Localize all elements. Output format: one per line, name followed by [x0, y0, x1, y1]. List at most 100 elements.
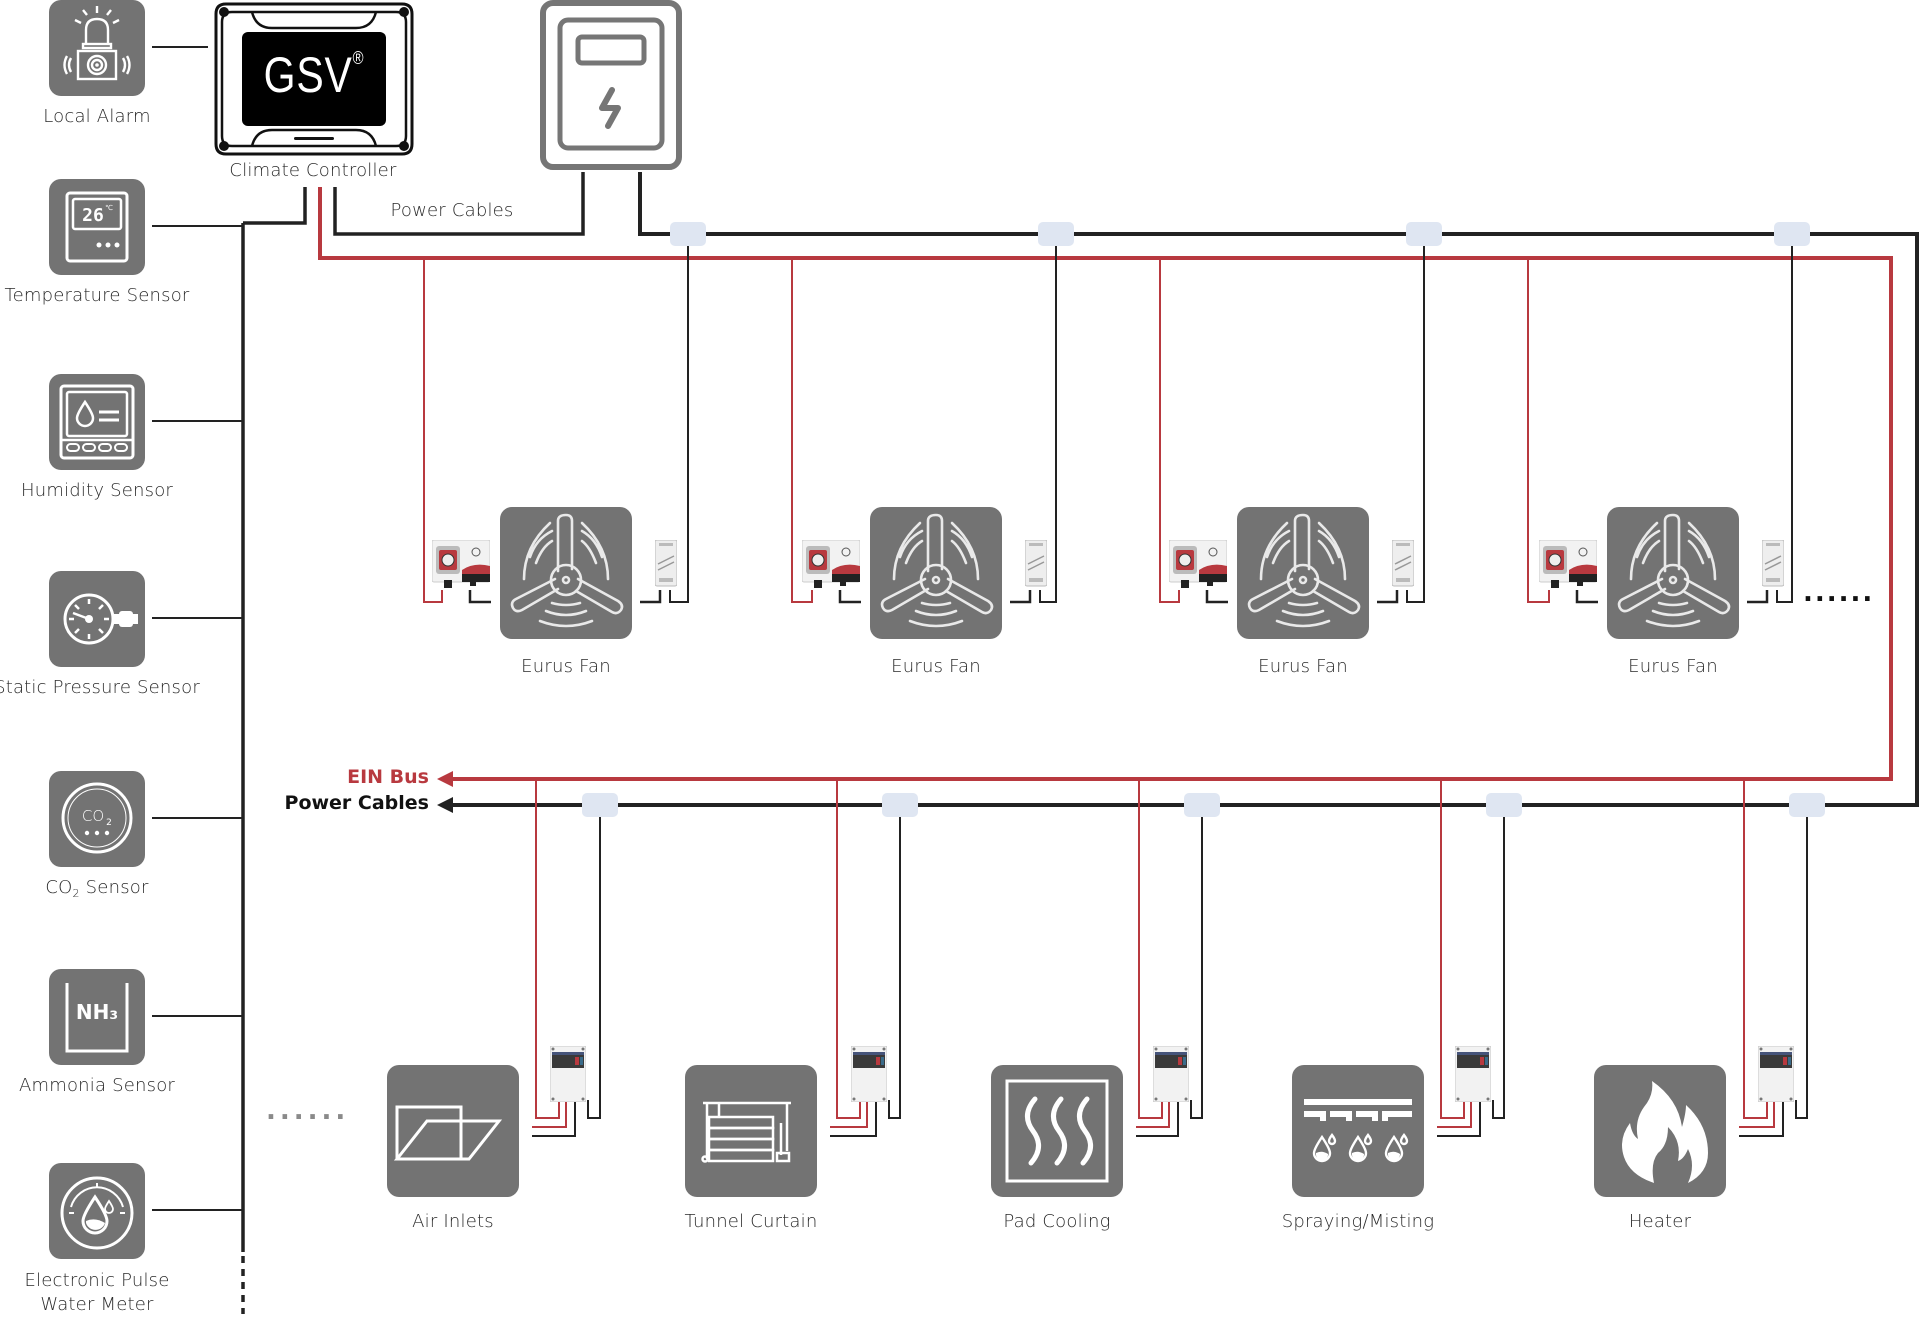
- actuator-spraying-misting: [1292, 1065, 1424, 1197]
- fan-row-continuation: ......: [1803, 578, 1875, 608]
- top-power-cables-label: Power Cables: [390, 200, 514, 221]
- actuator-power-drop: [1190, 817, 1203, 1119]
- ein-bus-arrow: [437, 771, 453, 787]
- actuator-label: Pad Cooling: [1003, 1211, 1111, 1232]
- fan-isolator-switch: [1761, 539, 1785, 588]
- sensor-humidity-display: [49, 374, 145, 470]
- actuator-label: Tunnel Curtain: [684, 1211, 818, 1232]
- brand-text: GSV: [263, 47, 353, 103]
- actuator-power-drop: [587, 817, 601, 1119]
- cable-coupler: [670, 222, 706, 246]
- isolator-switch-icon: [1761, 539, 1785, 587]
- fan-switch-wire: [1377, 590, 1399, 604]
- sensor-bus-to-controller: [243, 187, 307, 225]
- actuator-control-wire: [1136, 1100, 1170, 1128]
- actuator-control-wire: [1437, 1100, 1472, 1128]
- humidity-display-icon: [59, 384, 135, 460]
- actuator-relay-controller: [1152, 1045, 1190, 1103]
- eurus-fan: [500, 507, 632, 639]
- actuator-relay-controller: [850, 1045, 888, 1103]
- sensor-thermometer-display: 26 ℃: [49, 179, 145, 275]
- power-cable-line: [445, 172, 1919, 807]
- climate-controller: GSV®: [212, 0, 416, 158]
- relay-box-icon: [1454, 1045, 1492, 1103]
- pressure-gauge-icon: [63, 593, 138, 645]
- water-meter-icon: [60, 1176, 134, 1250]
- svg-text:℃: ℃: [105, 204, 113, 212]
- speed-controller-device-icon: [1538, 539, 1598, 588]
- sensor-label: Humidity Sensor: [20, 480, 174, 501]
- cable-coupler: [882, 793, 918, 817]
- sensor-label: CO2 Sensor: [45, 877, 148, 900]
- svg-text:NH₃: NH₃: [76, 1000, 118, 1024]
- fan-icon: [880, 513, 994, 628]
- fan-isolator-switch: [654, 539, 678, 588]
- tunnel-curtain-icon: [701, 1101, 791, 1163]
- sensor-label: Temperature Sensor: [4, 285, 190, 306]
- cable-coupler: [1774, 222, 1810, 246]
- controller-label: Climate Controller: [229, 160, 397, 181]
- sensor-alarm-beacon: [49, 0, 145, 96]
- co2-label-rest: Sensor: [79, 877, 149, 898]
- actuator-control-wire: [830, 1100, 868, 1128]
- sensor-co2-sensor: CO 2: [49, 771, 145, 867]
- spraying-misting-icon: [1304, 1099, 1412, 1163]
- power-cables-bus-label: Power Cables: [284, 792, 429, 814]
- power-cabinet-lightning-icon: [540, 0, 682, 170]
- actuator-power-drop: [1492, 817, 1505, 1119]
- actuator-relay-controller: [549, 1045, 587, 1103]
- actuator-tunnel-curtain: [685, 1065, 817, 1197]
- sensor-label-line2: Water Meter: [40, 1294, 154, 1315]
- sensor-label: Local Alarm: [43, 106, 151, 127]
- isolator-switch-icon: [1024, 539, 1048, 587]
- fan-label: Eurus Fan: [1258, 656, 1348, 677]
- sensor-ammonia-sensor: NH₃: [49, 969, 145, 1065]
- actuator-power-drop: [1795, 817, 1808, 1119]
- actuator-air-inlet: [387, 1065, 519, 1197]
- power-cable-arrow: [437, 797, 453, 813]
- fan-icon: [1617, 513, 1731, 628]
- alarm-beacon-icon: [63, 6, 131, 81]
- fan-speed-controller: [1168, 539, 1228, 588]
- actuator-label: Air Inlets: [412, 1211, 494, 1232]
- actuator-heater-flame: [1594, 1065, 1726, 1197]
- actuator-control-wire: [532, 1100, 567, 1128]
- ein-bus-line: [318, 187, 1893, 781]
- fan-isolator-switch: [1391, 539, 1415, 588]
- sensor-label: Electronic Pulse Water Meter: [24, 1269, 169, 1317]
- speed-controller-device-icon: [1168, 539, 1228, 588]
- cable-coupler: [582, 793, 618, 817]
- sensor-label-line1: Electronic Pulse: [24, 1270, 170, 1291]
- sensor-label: Static Pressure Sensor: [0, 677, 200, 698]
- power-supply: [538, 0, 684, 172]
- relay-box-icon: [850, 1045, 888, 1103]
- heater-flame-icon: [1622, 1081, 1708, 1183]
- fan-switch-wire: [1747, 590, 1769, 604]
- actuator-pad-cooling: [991, 1065, 1123, 1197]
- actuator-label: Heater: [1628, 1211, 1692, 1232]
- eurus-fan: [1237, 507, 1369, 639]
- sensor-water-meter: [49, 1163, 145, 1259]
- fan-speed-controller: [431, 539, 491, 588]
- eurus-fan: [1607, 507, 1739, 639]
- svg-text:2: 2: [106, 818, 112, 828]
- ammonia-sensor-icon: NH₃: [65, 983, 129, 1053]
- thermometer-display-icon: 26 ℃: [65, 191, 129, 263]
- svg-text:CO: CO: [82, 807, 104, 825]
- co2-sensor-icon: CO 2: [61, 782, 133, 854]
- fan-label: Eurus Fan: [1628, 656, 1718, 677]
- pad-cooling-icon: [1005, 1079, 1109, 1183]
- relay-box-icon: [1152, 1045, 1190, 1103]
- actuator-relay-controller: [1454, 1045, 1492, 1103]
- actuator-label: Spraying/Misting: [1281, 1211, 1435, 1232]
- cable-coupler: [1184, 793, 1220, 817]
- sensor-label: Ammonia Sensor: [18, 1075, 176, 1096]
- fan-switch-wire: [640, 590, 662, 604]
- fan-icon: [1247, 513, 1361, 628]
- actuator-power-drop: [888, 817, 901, 1119]
- fan-label: Eurus Fan: [891, 656, 981, 677]
- air-inlet-icon: [393, 1105, 503, 1161]
- eurus-fan: [870, 507, 1002, 639]
- fan-icon: [510, 513, 624, 628]
- cable-coupler: [1486, 793, 1522, 817]
